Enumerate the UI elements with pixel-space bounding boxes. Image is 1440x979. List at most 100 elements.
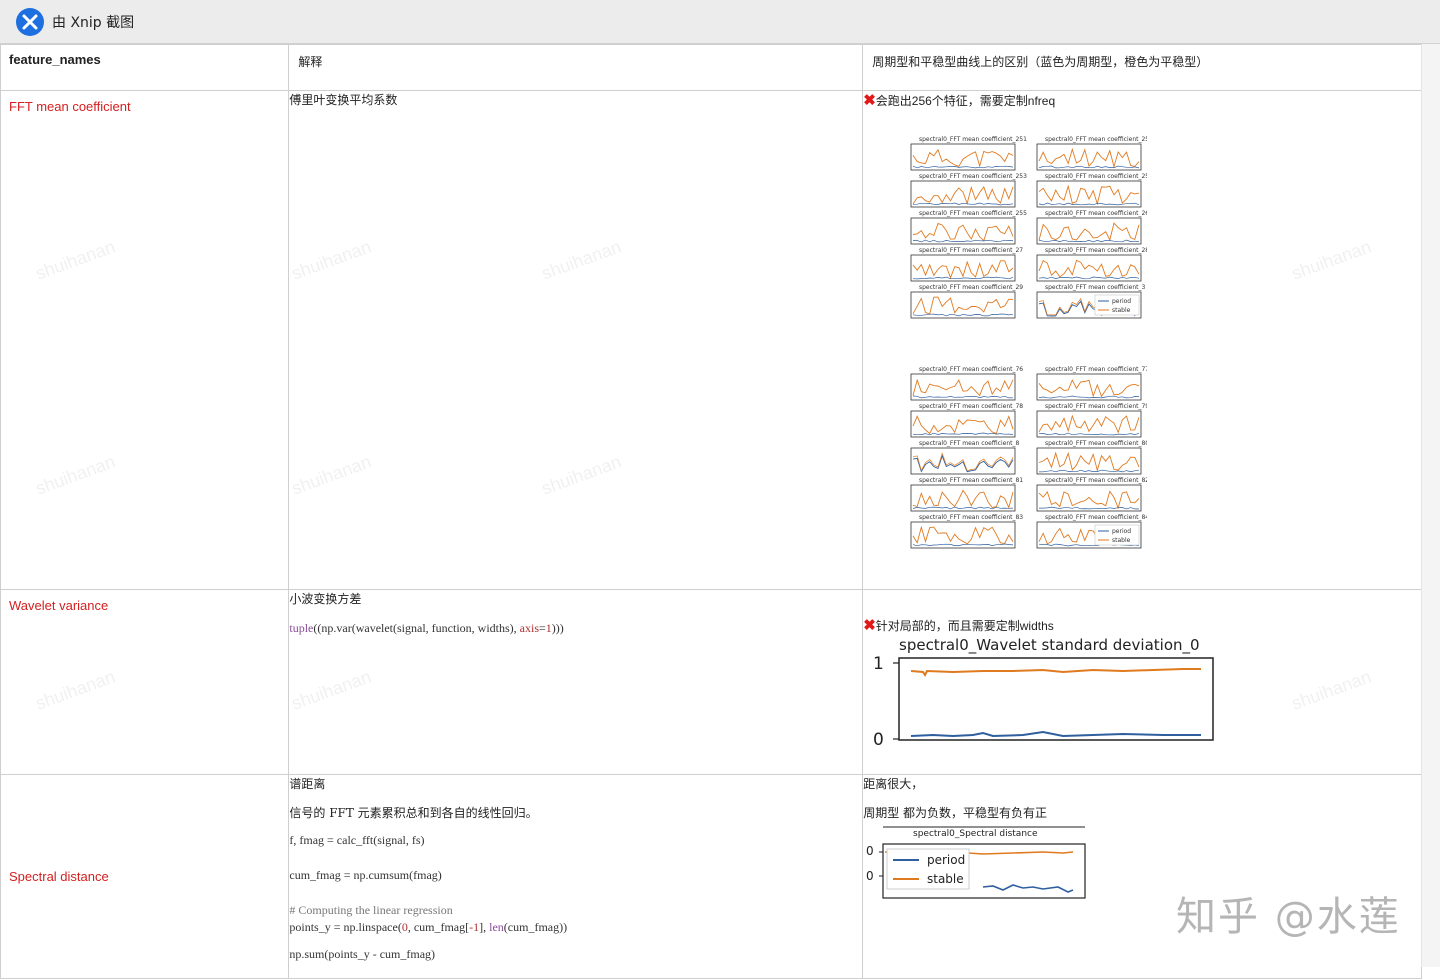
fft-small-multiples: spectral0_FFT mean coefficient_251spectr… (910, 136, 1153, 319)
fft-subplot-title: spectral0_FFT mean coefficient_80 (1045, 440, 1147, 447)
fft-small-multiples: spectral0_FFT mean coefficient_76spectra… (910, 366, 1149, 549)
fft-subplot-title: spectral0_FFT mean coefficient_251 (919, 136, 1027, 143)
fft-subplot-title: spectral0_FFT mean coefficient_78 (919, 403, 1023, 410)
tick-label-0-top: 0 (866, 844, 874, 858)
feature-table: feature_names 解释 周期型和平稳型曲线上的区别（蓝色为周期型，橙色… (0, 44, 1422, 979)
fft-subplot-frame (1036, 254, 1142, 282)
fft-series-line (912, 148, 1014, 168)
code-line-2: cum_fmag = np.cumsum(fmag) (289, 868, 442, 882)
fft-series-line (1038, 184, 1140, 206)
wavelet-chart: spectral0_Wavelet standard deviation_0 1… (873, 636, 1214, 746)
fft-subplot-frame (1036, 373, 1142, 401)
fft-subplot-frame (910, 521, 1016, 549)
cross-icon: ✖ (863, 92, 876, 109)
fft-legend-label: period (1112, 528, 1131, 535)
fft-subplot-frame (1036, 180, 1142, 208)
fft-series-line (1038, 490, 1140, 510)
fft-series-line (913, 454, 1014, 473)
fft-series-line (912, 525, 1014, 545)
feature-explain: 小波变换方差 tuple((np.var(wavelet(signal, fun… (288, 589, 864, 775)
fft-series-line (1039, 276, 1140, 280)
tick-label-1: 1 (873, 654, 884, 674)
fft-series-line (1039, 239, 1140, 243)
table-header-row: feature_names 解释 周期型和平稳型曲线上的区别（蓝色为周期型，橙色… (0, 44, 1422, 91)
fft-subplot-title: spectral0_FFT mean coefficient_3 (1045, 284, 1145, 291)
fft-subplot-title: spectral0_FFT mean coefficient_79 (1045, 403, 1147, 410)
feature-diff-cell: 距离很大， 周期型 都为负数，平稳型有负有正 spectral0_Spectra… (862, 774, 1422, 979)
code-line-1: f, fmag = calc_fft(signal, fs) (289, 833, 425, 847)
legend-stable: stable (927, 872, 964, 886)
feature-explain: 傅里叶变换平均系数 (288, 90, 864, 590)
fft-subplot-title: spectral0_FFT mean coefficient_255 (919, 210, 1027, 217)
fft-series-line (1038, 414, 1140, 434)
fft-series-line (912, 378, 1014, 397)
fft-series-line (1038, 147, 1140, 169)
fft-series-line (912, 185, 1014, 206)
header-feature-names: feature_names (0, 44, 290, 91)
fft-series-line (913, 239, 1014, 243)
fft-series-line (1039, 506, 1140, 510)
feature-diff-cell: ✖会跑出256个特征，需要定制nfreq spectral0_FFT mean … (862, 90, 1422, 590)
fft-subplot-frame (1036, 410, 1142, 438)
spectral-period-line (983, 884, 1074, 893)
fft-series-line (913, 395, 1014, 399)
fft-subplot-title: spectral0_FFT mean coefficient_84 (1045, 514, 1147, 521)
fft-subplot-title: spectral0_FFT mean coefficient_76 (919, 366, 1023, 373)
fft-subplot-title: spectral0_FFT mean coefficient_252 (1045, 136, 1147, 143)
table-row: Wavelet variance 小波变换方差 tuple((np.var(wa… (0, 589, 1422, 775)
table-row: Spectral distance 谱距离 信号的 FFT 元素累积总和到各自的… (0, 774, 1422, 979)
fft-series-line (913, 276, 1014, 280)
fft-subplot-title: spectral0_FFT mean coefficient_81 (919, 477, 1023, 484)
page-scrollbar[interactable] (1421, 44, 1440, 967)
fft-subplot-frame (910, 447, 1016, 475)
window-titlebar: 由 Xnip 截图 (0, 0, 1440, 44)
header-explain: 解释 (288, 44, 864, 91)
fft-series-line (913, 165, 1014, 169)
fft-subplot-frame (910, 373, 1016, 401)
spectral-chart-title: spectral0_Spectral distance (913, 829, 1038, 839)
wavelet-period-line (911, 730, 1202, 738)
spectral-legend: period stable (886, 848, 970, 890)
explain-desc: 信号的 FFT 元素累积总和到各自的线性回归。 (289, 806, 538, 820)
fft-legend-label: period (1112, 298, 1131, 305)
xnip-logo-icon (16, 7, 44, 36)
fft-series-line (1039, 395, 1140, 399)
fft-legend-label: stable (1112, 537, 1131, 544)
fft-subplot-title: spectral0_FFT mean coefficient_254 (1045, 173, 1147, 180)
fft-series-line (912, 260, 1014, 279)
fft-subplot-title: spectral0_FFT mean coefficient_8 (919, 440, 1019, 447)
fft-legend-label: stable (1112, 307, 1131, 314)
fft-series-line (913, 543, 1014, 547)
fft-series-line (913, 489, 1014, 509)
explain-text: 小波变换方差 (289, 592, 362, 606)
diff-note: 会跑出256个特征，需要定制nfreq (875, 94, 1056, 108)
tick-label-0-bottom: 0 (866, 869, 874, 883)
feature-name: FFT mean coefficient (0, 90, 290, 590)
feature-explain: 谱距离 信号的 FFT 元素累积总和到各自的线性回归。 f, fmag = ca… (288, 774, 864, 979)
tick-label-0: 0 (873, 730, 884, 746)
fft-series-line (913, 202, 1014, 206)
fft-series-line (1039, 469, 1140, 473)
fft-subplot-title: spectral0_FFT mean coefficient_77 (1045, 366, 1147, 373)
legend-period: period (927, 853, 965, 867)
fft-subplot-title: spectral0_FFT mean coefficient_82 (1045, 477, 1147, 484)
fft-subplot-title: spectral0_FFT mean coefficient_29 (919, 284, 1023, 291)
fft-series-line (1038, 259, 1140, 278)
fft-series-line (1039, 432, 1140, 436)
explain-title: 谱距离 (289, 777, 326, 791)
cross-icon: ✖ (863, 617, 876, 634)
diff-line-1: 距离很大， (863, 777, 924, 791)
fft-subplot-title: spectral0_FFT mean coefficient_28 (1045, 247, 1147, 254)
fft-subplot-frame (1036, 447, 1142, 475)
window-title: 由 Xnip 截图 (52, 14, 135, 31)
code-line-5: np.sum(points_y - cum_fmag) (289, 947, 436, 961)
fft-series-line (913, 222, 1014, 242)
zhihu-watermark: 知乎 @水莲 (1176, 894, 1401, 940)
fft-series-line (1038, 222, 1140, 242)
code-comment: # Computing the linear regression (289, 903, 453, 917)
fft-series-line (1039, 202, 1140, 206)
fft-series-line (913, 432, 1014, 436)
fft-chart-grid-1: spectral0_FFT mean coefficient_251spectr… (877, 133, 1421, 327)
fft-subplot-frame (910, 143, 1016, 171)
fft-series-line (913, 506, 1014, 510)
